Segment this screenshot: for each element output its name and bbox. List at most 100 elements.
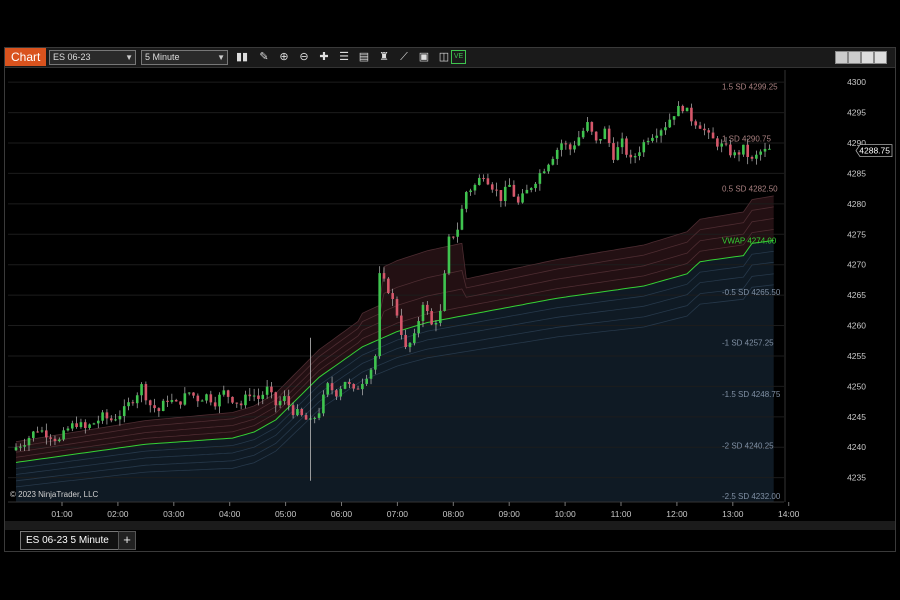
candle-body: [547, 164, 550, 172]
tab-es-5-minute[interactable]: ES 06-23 5 Minute: [20, 531, 123, 550]
candle-body: [625, 138, 628, 155]
candle-body: [655, 135, 659, 138]
candle-body: [365, 378, 368, 384]
window-minimize-icon[interactable]: [848, 51, 861, 64]
candle-body: [356, 388, 360, 390]
properties-icon[interactable]: ☰: [337, 50, 351, 64]
candle-body: [75, 423, 78, 427]
candle-body: [252, 395, 256, 397]
candle-body: [261, 394, 265, 399]
screenshot-icon[interactable]: ▣: [417, 50, 431, 64]
candle-body: [235, 402, 239, 404]
candle-body: [291, 405, 295, 416]
candle-body: [105, 412, 109, 419]
candle-body: [681, 105, 685, 112]
candle-body: [278, 401, 282, 406]
candle-body: [300, 408, 304, 416]
candle-body: [603, 128, 607, 140]
candle-body: [326, 383, 330, 395]
bar-chart-icon[interactable]: ▮▮: [235, 50, 249, 64]
candle-body: [759, 151, 762, 155]
candle-body: [512, 184, 516, 197]
candle-body: [768, 148, 771, 150]
candle-body: [408, 342, 412, 348]
candle-body: [677, 105, 680, 117]
band-label: 0.5 SD 4282.50: [722, 185, 778, 194]
drawing-tools-icon[interactable]: ⟋: [397, 50, 411, 64]
chevron-down-icon: ▼: [217, 53, 225, 62]
candle-body: [508, 184, 511, 187]
candle-body: [404, 334, 407, 348]
candle-body: [642, 142, 646, 153]
candle-body: [40, 430, 44, 432]
x-tick-label: 01:00: [51, 509, 73, 519]
candle-body: [426, 304, 429, 312]
x-tick-label: 04:00: [219, 509, 241, 519]
candle-body: [244, 394, 247, 406]
y-tick-label: 4245: [847, 412, 866, 422]
candle-body: [317, 413, 321, 418]
y-tick-label: 4250: [847, 381, 866, 391]
candle-body: [538, 173, 542, 184]
pencil-icon[interactable]: ✎: [257, 50, 271, 64]
strategies-icon[interactable]: ♜: [377, 50, 391, 64]
candle-body: [157, 408, 161, 412]
indicators-icon[interactable]: ▤: [357, 50, 371, 64]
candle-body: [57, 439, 61, 442]
candle-body: [330, 383, 334, 391]
candle-body: [651, 137, 654, 141]
candle-body: [555, 149, 559, 159]
volumetric-icon[interactable]: VE: [451, 50, 466, 64]
candle-body: [226, 390, 230, 397]
candle-body: [53, 438, 57, 442]
candle-body: [685, 107, 689, 112]
price-chart[interactable]: 1.5 SD 4299.25 1 SD 4290.75 0.5 SD 4282.50…: [5, 68, 895, 520]
candle-body: [742, 144, 745, 155]
candle-body: [707, 130, 711, 133]
candle-body: [361, 383, 364, 390]
candle-body: [395, 299, 399, 316]
y-tick-label: 4265: [847, 290, 866, 300]
zoom-in-icon[interactable]: ⊕: [277, 50, 291, 64]
candle-body: [218, 394, 221, 407]
interval-selector[interactable]: 5 Minute ▼: [141, 50, 228, 65]
x-tick-label: 11:00: [611, 509, 632, 519]
add-tab-button[interactable]: +: [118, 531, 136, 550]
band-label: 1 SD 4290.75: [722, 134, 771, 143]
zoom-out-icon[interactable]: ⊖: [297, 50, 311, 64]
window-tile-icon[interactable]: [835, 51, 848, 64]
candle-body: [724, 143, 728, 145]
chart-title-tab[interactable]: Chart: [5, 48, 47, 66]
x-tick-label: 05:00: [275, 509, 297, 519]
candle-body: [183, 393, 187, 405]
x-tick-label: 07:00: [387, 509, 409, 519]
alerts-icon[interactable]: ◫: [437, 50, 451, 64]
y-tick-label: 4255: [847, 351, 866, 361]
candle-body: [45, 430, 48, 438]
candle-body: [343, 381, 347, 389]
x-tick-label: 02:00: [107, 509, 129, 519]
chart-scrollbar[interactable]: [5, 521, 895, 530]
candle-body: [14, 447, 18, 451]
candle-body: [161, 400, 165, 412]
candle-body: [737, 152, 741, 155]
candle-body: [664, 127, 667, 131]
candle-body: [430, 311, 433, 325]
price-marker-label: 4288.75: [859, 146, 890, 156]
crosshair-icon[interactable]: ✚: [317, 50, 331, 64]
candle-body: [131, 402, 135, 404]
candle-body: [19, 446, 22, 448]
interval-value: 5 Minute: [145, 52, 180, 62]
band-label: 1.5 SD 4299.25: [722, 83, 778, 92]
candle-body: [265, 386, 269, 395]
window-maximize-icon[interactable]: [861, 51, 874, 64]
x-tick-label: 03:00: [163, 509, 185, 519]
candle-body: [213, 402, 217, 407]
candle-body: [551, 158, 555, 165]
y-tick-label: 4285: [847, 168, 866, 178]
candle-body: [239, 403, 243, 406]
instrument-selector[interactable]: ES 06-23 ▼: [49, 50, 136, 65]
candle-body: [66, 428, 70, 431]
window-close-icon[interactable]: [874, 51, 887, 64]
candle-body: [127, 402, 130, 407]
